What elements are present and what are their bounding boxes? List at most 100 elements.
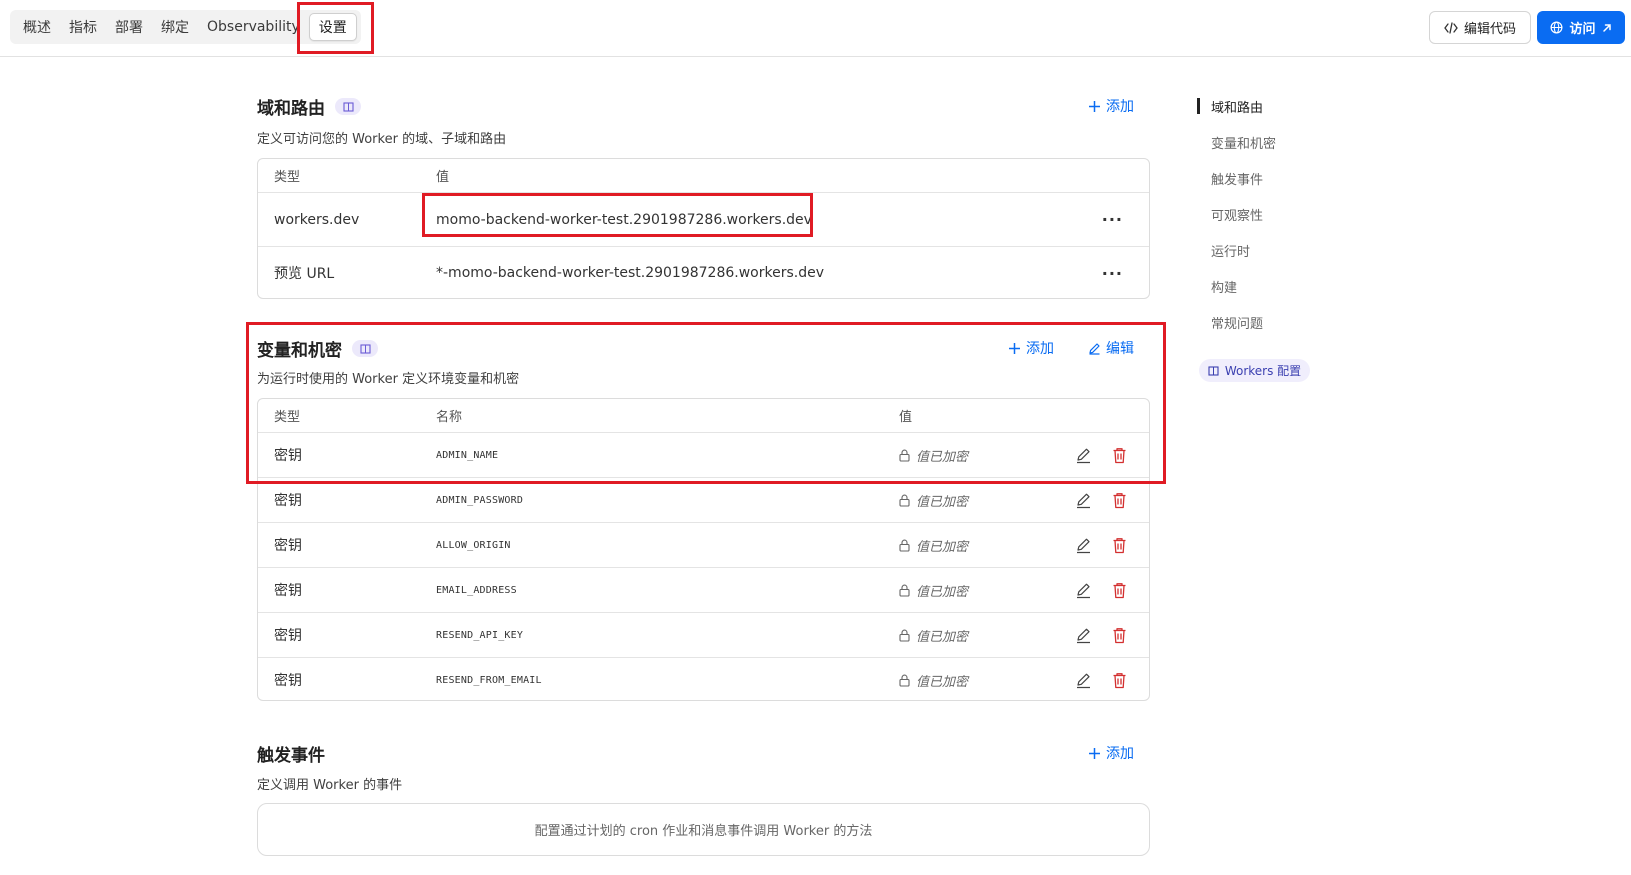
- triggers-empty-state: 配置通过计划的 cron 作业和消息事件调用 Worker 的方法: [257, 803, 1150, 856]
- variable-name: RESEND_FROM_EMAIL: [436, 674, 542, 686]
- col-value-header: 值: [436, 170, 450, 185]
- table-row: 密钥 RESEND_API_KEY 值已加密: [258, 612, 1149, 657]
- domain-type: workers.dev: [274, 211, 360, 228]
- lock-icon: [899, 674, 910, 687]
- encrypted-value-text: 值已加密: [916, 494, 969, 510]
- table-row: 预览 URL *-momo-backend-worker-test.290198…: [258, 246, 1149, 299]
- domain-type: 预览 URL: [274, 266, 335, 282]
- lock-icon: [899, 584, 910, 597]
- trash-icon: [1112, 627, 1127, 644]
- workers-config-link[interactable]: Workers 配置: [1199, 359, 1310, 382]
- domain-value: *-momo-backend-worker-test.2901987286.wo…: [436, 265, 825, 281]
- sidenav-item-domains[interactable]: 域和路由: [1211, 97, 1263, 116]
- trash-icon: [1112, 492, 1127, 509]
- variable-value: 值已加密: [899, 478, 968, 522]
- trash-icon: [1112, 672, 1127, 689]
- lock-icon: [899, 494, 910, 507]
- triggers-empty-text: 配置通过计划的 cron 作业和消息事件调用 Worker 的方法: [534, 824, 873, 839]
- lock-icon: [899, 539, 910, 552]
- table-row: 密钥 RESEND_FROM_EMAIL 值已加密: [258, 657, 1149, 702]
- lock-icon: [899, 629, 910, 642]
- tab-overview[interactable]: 概述: [14, 13, 60, 41]
- triggers-section-desc: 定义调用 Worker 的事件: [257, 778, 403, 793]
- variables-section-highlight: [246, 322, 1166, 484]
- sidenav-item-triggers[interactable]: 触发事件: [1211, 169, 1263, 188]
- trash-icon: [1112, 582, 1127, 599]
- variable-type: 密钥: [274, 493, 302, 509]
- pencil-icon: [1075, 582, 1092, 599]
- edit-code-label: 编辑代码: [1463, 22, 1516, 37]
- sidenav-item-variables[interactable]: 变量和机密: [1211, 133, 1276, 152]
- delete-variable-button[interactable]: [1112, 658, 1127, 702]
- table-row: 密钥 EMAIL_ADDRESS 值已加密: [258, 567, 1149, 612]
- workers-dev-url-highlight: [422, 193, 813, 237]
- globe-icon: [1550, 21, 1563, 34]
- domains-table-header: 类型 值: [258, 159, 1149, 192]
- variable-name: EMAIL_ADDRESS: [436, 584, 517, 596]
- tab-observability[interactable]: Observability: [198, 13, 309, 41]
- triggers-section-title: 触发事件: [257, 741, 325, 766]
- triggers-title-text: 触发事件: [257, 746, 325, 766]
- edit-variable-button[interactable]: [1075, 523, 1092, 567]
- trash-icon: [1112, 537, 1127, 554]
- add-domain-button[interactable]: 添加: [1088, 96, 1134, 116]
- table-row: 密钥 ALLOW_ORIGIN 值已加密: [258, 522, 1149, 567]
- col-type-header: 类型: [274, 170, 301, 185]
- variable-name: RESEND_API_KEY: [436, 629, 524, 641]
- edit-variable-button[interactable]: [1075, 658, 1092, 702]
- domains-section-title: 域和路由: [257, 94, 361, 119]
- sidenav-item-build[interactable]: 构建: [1211, 277, 1237, 296]
- variable-name: ALLOW_ORIGIN: [436, 539, 511, 551]
- book-icon: [1208, 365, 1219, 376]
- visit-button[interactable]: 访问: [1537, 11, 1625, 44]
- tab-deployments[interactable]: 部署: [106, 13, 152, 41]
- edit-code-button[interactable]: 编辑代码: [1429, 11, 1531, 44]
- variable-value: 值已加密: [899, 613, 968, 657]
- encrypted-value-text: 值已加密: [916, 674, 969, 690]
- more-options-icon[interactable]: ···: [1102, 193, 1123, 246]
- settings-tab-highlight: [297, 2, 374, 54]
- plus-icon: [1088, 747, 1101, 760]
- edit-variable-button[interactable]: [1075, 613, 1092, 657]
- variable-type: 密钥: [274, 583, 302, 599]
- encrypted-value-text: 值已加密: [916, 539, 969, 555]
- more-options-icon[interactable]: ···: [1102, 247, 1123, 299]
- encrypted-value-text: 值已加密: [916, 629, 969, 645]
- workers-config-label: Workers 配置: [1224, 364, 1302, 378]
- variable-value: 值已加密: [899, 523, 968, 567]
- tab-bindings[interactable]: 绑定: [152, 13, 198, 41]
- code-icon: [1444, 21, 1458, 34]
- variable-name: ADMIN_PASSWORD: [436, 494, 524, 506]
- add-trigger-button[interactable]: 添加: [1088, 743, 1134, 763]
- sidenav-item-general[interactable]: 常规问题: [1211, 313, 1263, 332]
- edit-variable-button[interactable]: [1075, 478, 1092, 522]
- delete-variable-button[interactable]: [1112, 478, 1127, 522]
- delete-variable-button[interactable]: [1112, 523, 1127, 567]
- pencil-icon: [1075, 492, 1092, 509]
- variable-type: 密钥: [274, 673, 302, 689]
- delete-variable-button[interactable]: [1112, 613, 1127, 657]
- plus-icon: [1088, 100, 1101, 113]
- add-domain-label: 添加: [1106, 99, 1134, 115]
- top-bar: 概述 指标 部署 绑定 Observability 设置 编辑代码 访问: [0, 0, 1631, 57]
- variable-type: 密钥: [274, 628, 302, 644]
- domains-title-text: 域和路由: [257, 99, 325, 119]
- variable-type: 密钥: [274, 538, 302, 554]
- domains-section-desc: 定义可访问您的 Worker 的域、子域和路由: [257, 132, 507, 147]
- edit-variable-button[interactable]: [1075, 568, 1092, 612]
- variable-value: 值已加密: [899, 658, 968, 702]
- encrypted-value-text: 值已加密: [916, 584, 969, 600]
- delete-variable-button[interactable]: [1112, 568, 1127, 612]
- pencil-icon: [1075, 627, 1092, 644]
- visit-label: 访问: [1569, 22, 1596, 37]
- variable-value: 值已加密: [899, 568, 968, 612]
- sidenav-item-observability[interactable]: 可观察性: [1211, 205, 1263, 224]
- pencil-icon: [1075, 537, 1092, 554]
- tab-metrics[interactable]: 指标: [60, 13, 106, 41]
- book-icon[interactable]: [335, 98, 361, 115]
- arrow-up-right-icon: [1602, 23, 1612, 33]
- pencil-icon: [1075, 672, 1092, 689]
- active-indicator: [1197, 98, 1200, 114]
- sidenav-item-runtime[interactable]: 运行时: [1211, 241, 1250, 260]
- add-trigger-label: 添加: [1106, 746, 1134, 762]
